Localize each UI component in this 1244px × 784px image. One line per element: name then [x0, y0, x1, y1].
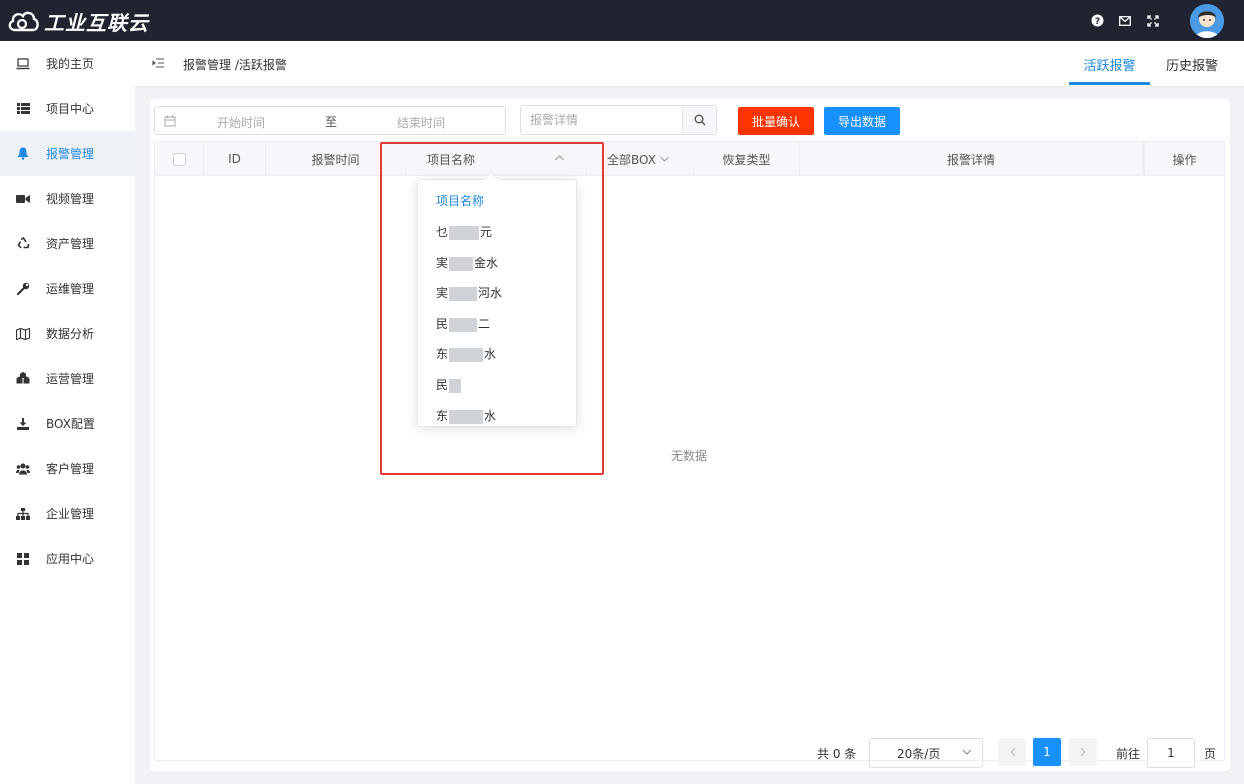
chevron-left-icon: [1009, 747, 1015, 757]
bell-icon: [16, 147, 30, 161]
help-icon[interactable]: ?: [1090, 14, 1104, 28]
column-id[interactable]: ID: [204, 142, 266, 176]
goto-page-input[interactable]: [1147, 738, 1195, 768]
recycle-icon: [16, 237, 30, 251]
calendar-icon: [164, 115, 176, 127]
sidebar-item-customers[interactable]: 客户管理: [0, 446, 135, 491]
goto-label: 前往: [1116, 747, 1141, 761]
batch-confirm-button[interactable]: 批量确认: [738, 107, 814, 135]
breadcrumb-bar: 报警管理 /活跃报警 活跃报警 历史报警: [135, 41, 1244, 87]
sidebar-item-assets[interactable]: 资产管理: [0, 221, 135, 266]
search-input[interactable]: [521, 106, 684, 134]
start-date-input[interactable]: 开始时间: [217, 114, 265, 131]
prev-page-button[interactable]: [998, 738, 1026, 766]
map-icon: [16, 327, 30, 341]
page-size-value: 20条/页: [897, 746, 941, 761]
sidebar-item-label: 客户管理: [46, 462, 95, 476]
column-label: 全部BOX: [607, 152, 656, 167]
users-icon: [16, 462, 30, 476]
sidebar-item-label: 企业管理: [46, 507, 95, 521]
chevron-down-icon: [962, 749, 972, 755]
search-icon: [694, 114, 705, 126]
highlight-annotation: [380, 142, 604, 475]
column-recovery-type[interactable]: 恢复类型: [694, 142, 800, 176]
pagination: 共 0 条 20条/页 1 前往 页: [0, 736, 1244, 768]
download-icon: [16, 417, 30, 431]
sidebar-item-label: 我的主页: [46, 57, 95, 71]
tab-history-alarms[interactable]: 历史报警: [1150, 41, 1244, 87]
empty-state-text: 无数据: [671, 449, 708, 463]
page-button-current[interactable]: 1: [1033, 738, 1061, 766]
column-alarm-detail[interactable]: 报警详情: [800, 142, 1143, 176]
sidebar-item-alarms[interactable]: 报警管理: [0, 131, 135, 176]
breadcrumb: 报警管理 /活跃报警: [183, 58, 287, 72]
header-actions: ?: [1090, 0, 1160, 41]
chevron-down-icon: [660, 156, 669, 162]
sidebar-item-label: 运维管理: [46, 282, 95, 296]
sidebar-item-analytics[interactable]: 数据分析: [0, 311, 135, 356]
svg-text:?: ?: [1094, 17, 1099, 27]
table-header: ID 报警时间 项目名称 全部BOX 恢复类型 报警详情 操作: [155, 142, 1224, 176]
cubes-icon: [16, 372, 30, 386]
content-panel: 开始时间 至 结束时间 批量确认 导出数据 ID 报警时间 项目名称 全部BOX…: [150, 99, 1230, 771]
sidebar-item-apps[interactable]: 应用中心: [0, 536, 135, 581]
chevron-right-icon: [1080, 747, 1086, 757]
sidebar-item-box-config[interactable]: BOX配置: [0, 401, 135, 446]
page-size-select[interactable]: 20条/页: [869, 738, 983, 768]
next-page-button[interactable]: [1069, 738, 1097, 766]
collapse-sidebar-icon[interactable]: [152, 57, 166, 71]
alarm-detail-search: [520, 105, 717, 135]
mail-icon[interactable]: [1118, 14, 1132, 28]
laptop-icon: [16, 57, 30, 71]
cloud-logo-icon: [8, 11, 39, 32]
app-logo[interactable]: 工业互联云: [6, 6, 149, 36]
sidebar-item-video[interactable]: 视频管理: [0, 176, 135, 221]
sidebar-item-operations[interactable]: 运营管理: [0, 356, 135, 401]
select-all-cell: [155, 142, 204, 176]
sidebar-item-enterprise[interactable]: 企业管理: [0, 491, 135, 536]
select-all-checkbox[interactable]: [172, 152, 186, 166]
sidebar-item-label: 应用中心: [46, 552, 95, 566]
sidebar-item-projects[interactable]: 项目中心: [0, 86, 135, 131]
app-title: 工业互联云: [44, 10, 149, 35]
fullscreen-icon[interactable]: [1146, 14, 1160, 28]
sidebar-item-label: 项目中心: [46, 102, 95, 116]
date-range-picker[interactable]: 开始时间 至 结束时间: [154, 106, 506, 135]
sidebar-item-label: 数据分析: [46, 327, 95, 341]
sidebar-item-home[interactable]: 我的主页: [0, 41, 135, 86]
sidebar-item-label: 运营管理: [46, 372, 95, 386]
sitemap-icon: [16, 507, 30, 521]
user-avatar[interactable]: [1190, 4, 1224, 38]
export-data-button[interactable]: 导出数据: [824, 107, 900, 135]
list-icon: [16, 102, 30, 116]
sidebar: 我的主页 项目中心 报警管理 视频管理 资产管理 运维管理 数据分析 运营管理 …: [0, 41, 135, 784]
top-bar: 工业互联云 ?: [0, 0, 1244, 41]
date-range-separator: 至: [325, 115, 338, 129]
page-unit-label: 页: [1204, 747, 1217, 761]
wrench-icon: [16, 282, 30, 296]
sidebar-item-label: 报警管理: [46, 147, 95, 161]
search-button[interactable]: [682, 106, 716, 134]
column-actions: 操作: [1143, 142, 1224, 176]
end-date-input[interactable]: 结束时间: [397, 114, 445, 131]
video-camera-icon: [16, 192, 30, 206]
sidebar-item-maintenance[interactable]: 运维管理: [0, 266, 135, 311]
tab-active-alarms[interactable]: 活跃报警: [1069, 41, 1150, 87]
alarm-table: ID 报警时间 项目名称 全部BOX 恢复类型 报警详情 操作 无数据: [154, 141, 1225, 761]
grid-icon: [16, 552, 30, 566]
sidebar-item-label: 视频管理: [46, 192, 95, 206]
total-count: 共 0 条: [817, 747, 857, 761]
page-tabs: 活跃报警 历史报警: [1069, 41, 1244, 87]
sidebar-item-label: BOX配置: [46, 417, 95, 431]
sidebar-item-label: 资产管理: [46, 237, 95, 251]
